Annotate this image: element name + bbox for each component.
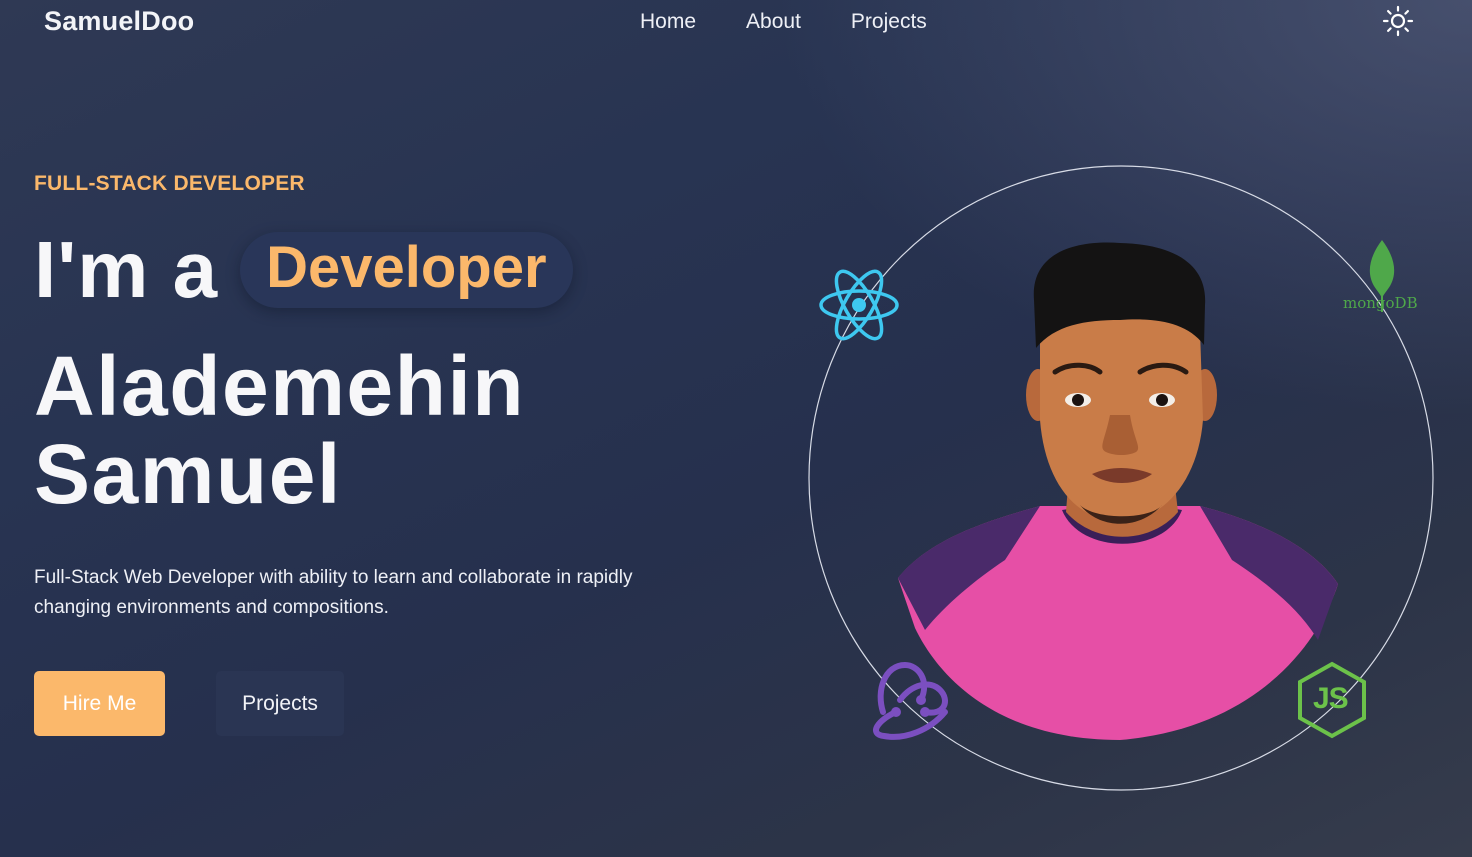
nav-links: Home About Projects	[640, 10, 927, 34]
hire-me-button[interactable]: Hire Me	[34, 671, 165, 736]
nodejs-label: JS	[1313, 682, 1349, 715]
mongodb-label: mongoDB	[1343, 294, 1418, 312]
sun-icon	[1382, 5, 1414, 37]
hero-name-first: Alademehin	[34, 339, 526, 433]
nav-link-projects[interactable]: Projects	[851, 10, 927, 34]
profile-photo	[898, 242, 1338, 740]
hero-name: Alademehin Samuel	[34, 342, 525, 518]
hero-name-last: Samuel	[34, 427, 342, 521]
nav-link-home[interactable]: Home	[640, 10, 696, 34]
top-nav: SamuelDoo Home About Projects	[0, 0, 1472, 46]
hero-headline: I'm a Developer	[34, 222, 573, 318]
hero-portrait-graphic	[808, 165, 1434, 791]
react-icon	[819, 269, 899, 341]
redux-icon	[873, 661, 948, 740]
hero-bio: Full-Stack Web Developer with ability to…	[34, 567, 633, 618]
site-logo[interactable]: SamuelDoo	[44, 6, 194, 37]
theme-toggle-button[interactable]	[1382, 5, 1414, 37]
role-pill: Developer	[240, 231, 573, 309]
nav-link-about[interactable]: About	[746, 10, 801, 34]
projects-button[interactable]: Projects	[216, 671, 344, 736]
hero-eyebrow: FULL-STACK DEVELOPER	[34, 172, 305, 195]
headline-prefix: I'm a	[34, 225, 219, 314]
